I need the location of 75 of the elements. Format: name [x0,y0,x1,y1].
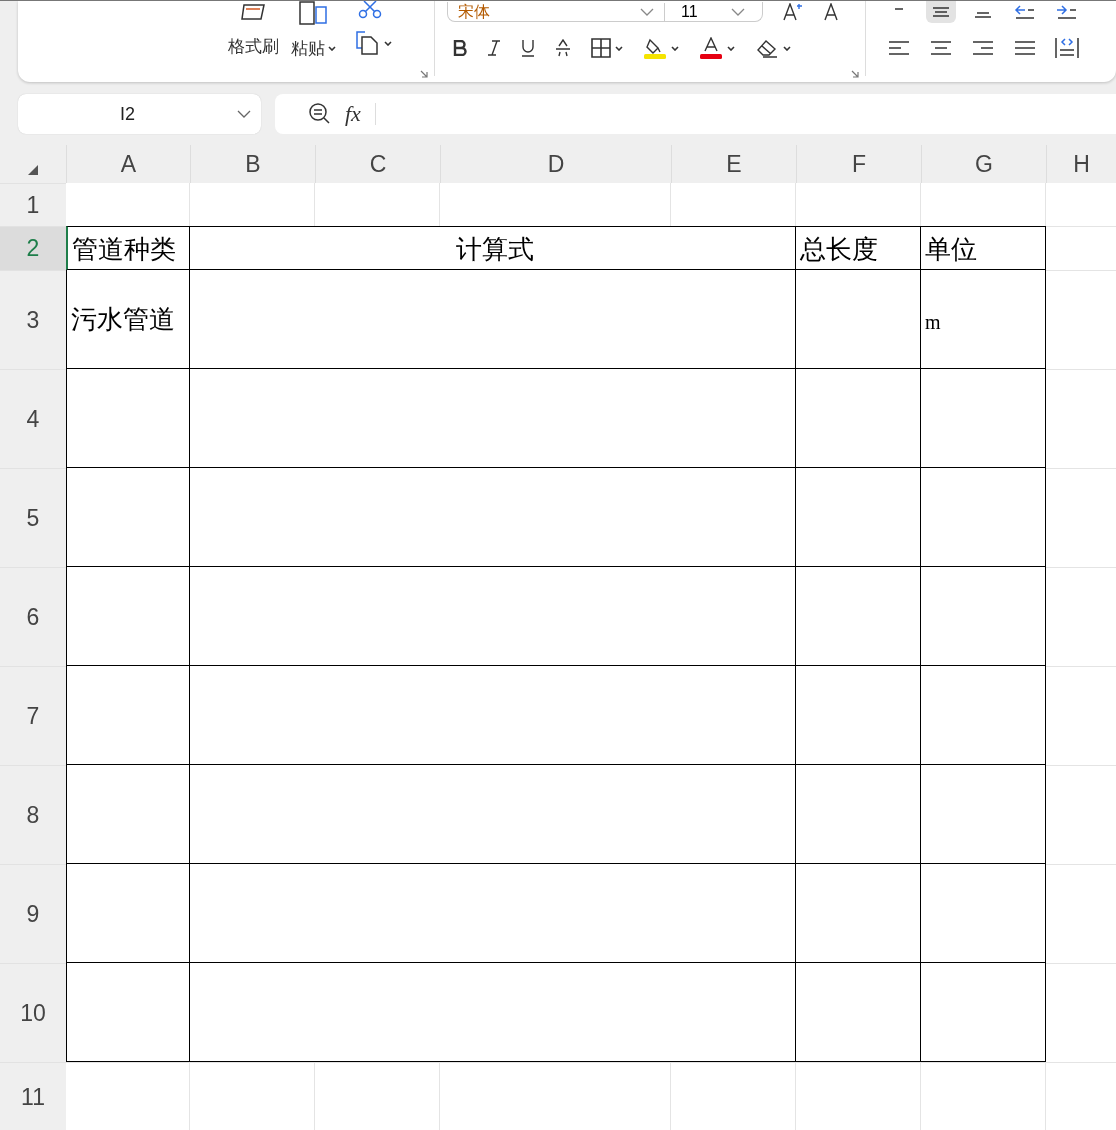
column-header[interactable]: E [671,145,796,183]
indent-increase-icon [1056,4,1078,20]
paste-button[interactable]: 粘贴 [291,1,336,82]
strike-button[interactable] [555,39,571,57]
format-painter-button[interactable]: 格式刷 [228,1,279,82]
italic-icon [487,40,501,56]
scissors-icon [357,1,383,19]
table-cell: 单位 [921,226,1046,270]
align-middle-button[interactable] [926,1,956,23]
zoom-out-icon[interactable] [309,103,331,125]
column-header[interactable]: G [921,145,1046,183]
borders-button[interactable] [591,38,623,58]
row-header[interactable]: 5 [0,468,66,567]
row-header[interactable]: 8 [0,765,66,864]
column-header[interactable]: F [796,145,921,183]
row-header[interactable]: 1 [0,183,66,226]
column-header[interactable]: H [1046,145,1116,183]
underline-icon [521,39,535,57]
brush-icon [239,1,268,23]
row-header[interactable]: 3 [0,270,66,369]
italic-button[interactable] [487,40,501,56]
distribute-button[interactable] [1052,35,1082,61]
distribute-icon [1055,37,1079,59]
grow-font-icon [783,3,803,21]
underline-button[interactable] [521,39,535,57]
justify-icon [1014,40,1036,56]
column-header[interactable]: D [440,145,671,183]
shrink-font-button[interactable] [823,3,839,21]
row-header[interactable]: 2 [0,226,66,270]
function-button[interactable]: fx [345,101,361,127]
cut-button[interactable] [357,1,383,19]
strikethrough-icon [555,39,571,57]
table-cell: 计算式 [190,226,796,270]
row-header[interactable]: 9 [0,864,66,963]
table-cell: m [921,270,1046,369]
indent-decrease-icon [1014,4,1036,20]
caret-icon [783,45,791,51]
caret-icon [671,45,679,51]
row-header[interactable]: 4 [0,369,66,468]
paint-bucket-icon [643,37,667,59]
caret-icon [384,40,392,46]
fill-button[interactable] [643,37,679,59]
table-cell: 管道种类 [66,226,190,270]
row-header[interactable]: 7 [0,666,66,765]
row-header[interactable]: 10 [0,963,66,1062]
copy-button[interactable] [356,31,392,55]
name-box[interactable]: I2 [18,94,261,134]
table-cell: 污水管道 [66,270,190,369]
align-left-icon [888,40,910,56]
caret-icon [615,45,623,51]
align-middle-icon [931,6,951,18]
align-center-icon [930,40,952,56]
bold-icon [453,40,467,56]
caret-icon [328,46,336,51]
eraser-button[interactable] [755,38,791,58]
column-header[interactable]: A [66,145,190,183]
dialog-launcher-icon[interactable] [420,70,428,78]
align-right-icon [972,40,994,56]
row-header[interactable]: 11 [0,1062,66,1130]
row-header[interactable]: 6 [0,567,66,666]
chevron-down-icon [237,110,251,118]
caret-icon [727,45,735,51]
grow-font-button[interactable] [783,3,803,21]
borders-icon [591,38,611,58]
dialog-launcher-icon[interactable] [851,70,859,78]
font-color-button[interactable] [699,37,735,59]
table-cell: 总长度 [796,226,921,270]
shrink-font-icon [823,3,839,21]
copy-icon [356,31,380,55]
triangle-icon [28,165,38,175]
font-color-icon [699,37,723,59]
bold-button[interactable] [453,40,467,56]
column-header[interactable]: B [190,145,315,183]
eraser-icon [755,38,779,58]
column-header[interactable]: C [315,145,440,183]
